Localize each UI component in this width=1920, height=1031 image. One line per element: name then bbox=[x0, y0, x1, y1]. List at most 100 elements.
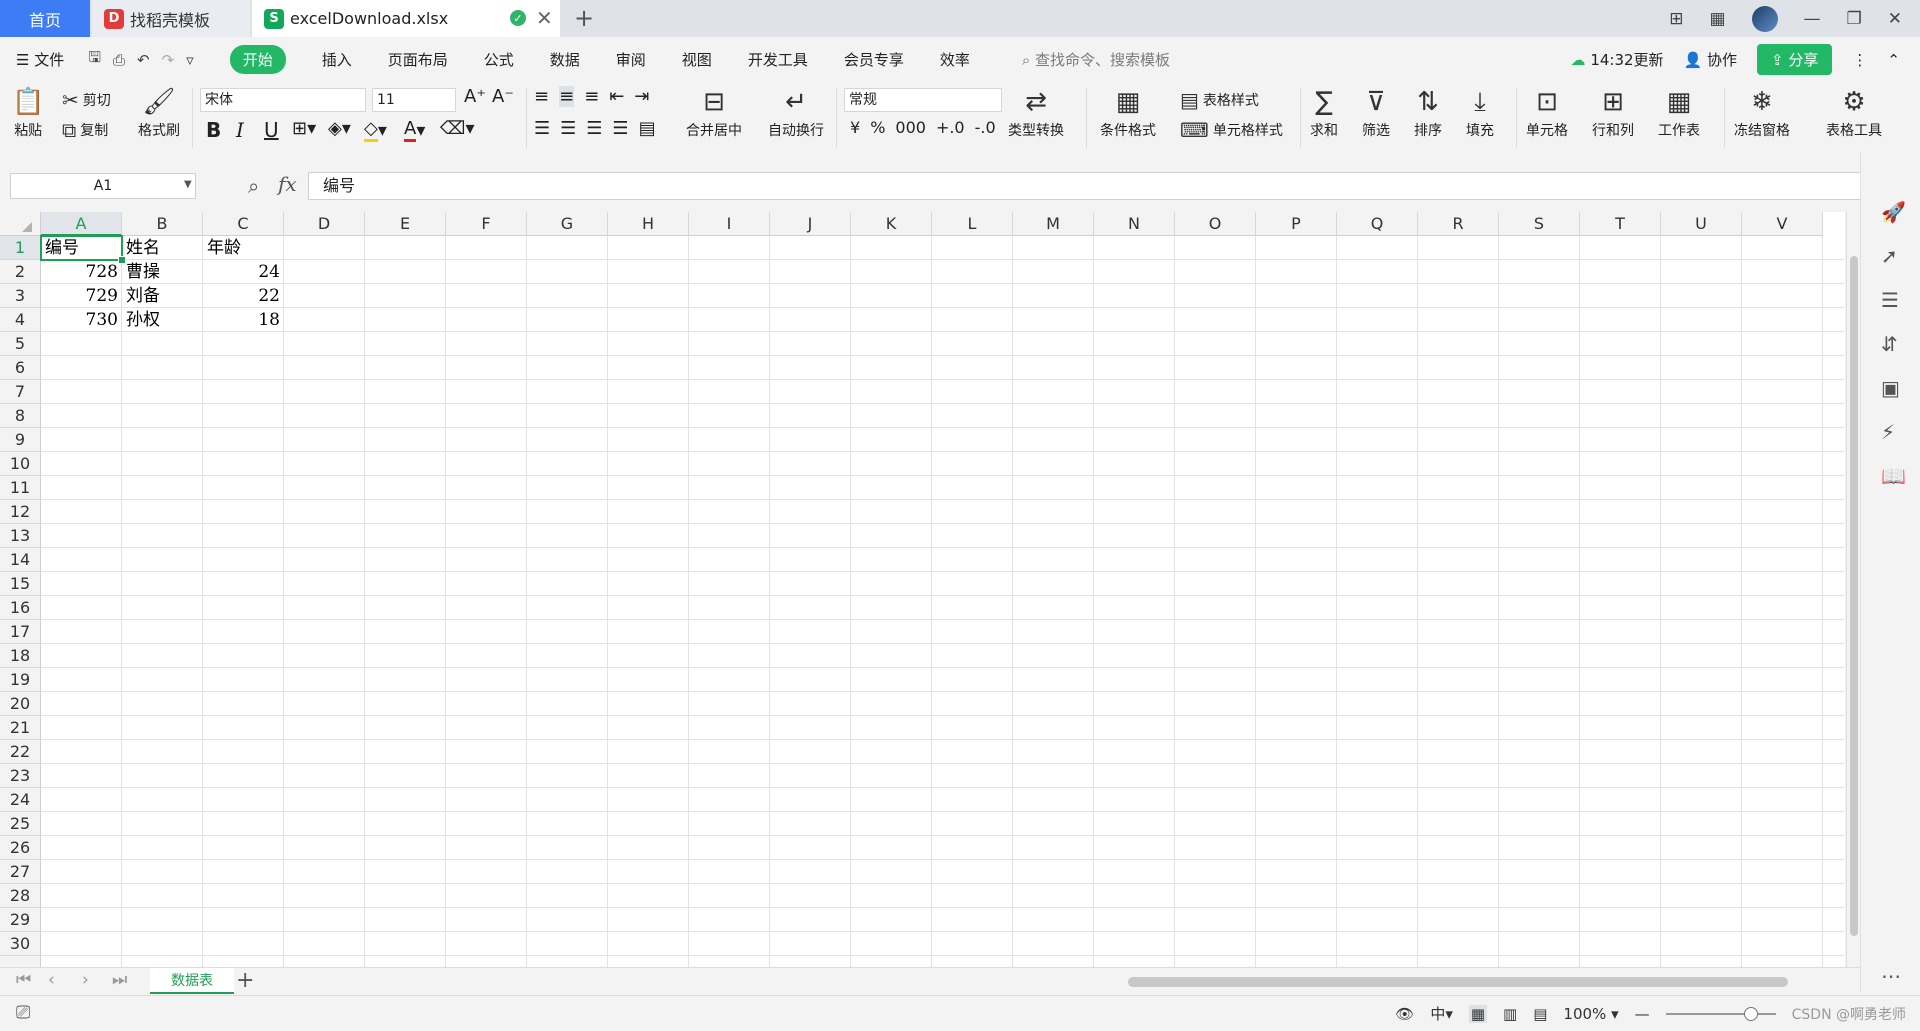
cell-b2[interactable]: 曹操 bbox=[122, 260, 203, 284]
column-header-o[interactable]: O bbox=[1175, 212, 1256, 236]
align-bottom-icon[interactable]: ≡ bbox=[584, 86, 599, 107]
restore-icon[interactable]: ❐ bbox=[1847, 9, 1862, 29]
indent-decrease-icon[interactable]: ⇤ bbox=[609, 86, 624, 107]
apps-grid-icon[interactable]: ▦ bbox=[1709, 9, 1725, 29]
transform-icon[interactable]: ⇵ bbox=[1881, 332, 1898, 356]
name-box-dropdown-icon[interactable]: ▼ bbox=[184, 179, 192, 190]
normal-view-icon[interactable]: ▦ bbox=[1468, 1004, 1488, 1023]
cell-c1[interactable]: 年龄 bbox=[203, 236, 284, 260]
row-header-13[interactable]: 13 bbox=[0, 524, 41, 548]
merge-center-button[interactable]: ⊟ 合并居中 bbox=[686, 84, 742, 140]
align-left-icon[interactable]: ☰ bbox=[534, 118, 550, 139]
column-header-r[interactable]: R bbox=[1418, 212, 1499, 236]
menu-insert[interactable]: 插入 bbox=[322, 49, 352, 70]
close-window-icon[interactable]: ✕ bbox=[1888, 9, 1902, 29]
clear-format-icon[interactable]: ⌫▾ bbox=[440, 118, 475, 139]
row-header-11[interactable]: 11 bbox=[0, 476, 41, 500]
column-header-k[interactable]: K bbox=[851, 212, 932, 236]
font-color-icon[interactable]: A ▾ bbox=[404, 118, 425, 142]
select-all-corner[interactable] bbox=[0, 212, 41, 236]
row-header-1[interactable]: 1 bbox=[0, 236, 41, 260]
menu-member[interactable]: 会员专享 bbox=[844, 49, 904, 70]
menu-review[interactable]: 审阅 bbox=[616, 49, 646, 70]
row-header-2[interactable]: 2 bbox=[0, 260, 41, 284]
next-sheet-icon[interactable]: › bbox=[82, 970, 89, 990]
row-header-30[interactable]: 30 bbox=[0, 932, 41, 956]
quick-access-more-icon[interactable]: ▿ bbox=[186, 51, 194, 69]
freeze-panes-button[interactable]: ❄ 冻结窗格 bbox=[1734, 84, 1790, 140]
tab-template[interactable]: D 找稻壳模板 bbox=[92, 0, 250, 37]
image-icon[interactable]: ▣ bbox=[1881, 376, 1900, 400]
menu-page-layout[interactable]: 页面布局 bbox=[388, 49, 448, 70]
row-header-29[interactable]: 29 bbox=[0, 908, 41, 932]
zoom-out-icon[interactable]: — bbox=[1635, 1005, 1650, 1023]
column-header-p[interactable]: P bbox=[1256, 212, 1337, 236]
font-shrink-icon[interactable]: A⁻ bbox=[492, 86, 514, 107]
print-icon[interactable]: ⎙ bbox=[113, 51, 125, 69]
decrease-decimal-icon[interactable]: -.0 bbox=[975, 118, 996, 137]
column-header-f[interactable]: F bbox=[446, 212, 527, 236]
menu-developer[interactable]: 开发工具 bbox=[748, 49, 808, 70]
cloud-sync-status[interactable]: ☁ 14:32更新 bbox=[1571, 49, 1664, 70]
column-header-h[interactable]: H bbox=[608, 212, 689, 236]
pointer-icon[interactable]: ➚ bbox=[1881, 244, 1898, 268]
column-header-d[interactable]: D bbox=[284, 212, 365, 236]
row-header-18[interactable]: 18 bbox=[0, 644, 41, 668]
row-header-24[interactable]: 24 bbox=[0, 788, 41, 812]
bold-button[interactable]: B bbox=[206, 118, 221, 142]
cells-button[interactable]: ⊡ 单元格 bbox=[1526, 84, 1568, 140]
menu-view[interactable]: 视图 bbox=[682, 49, 712, 70]
row-header-22[interactable]: 22 bbox=[0, 740, 41, 764]
column-header-c[interactable]: C bbox=[203, 212, 284, 236]
cell-b3[interactable]: 刘备 bbox=[122, 284, 203, 308]
column-header-q[interactable]: Q bbox=[1337, 212, 1418, 236]
vertical-align-group[interactable]: ≡ ≡ ≡ ⇤ ⇥ bbox=[534, 86, 649, 107]
type-convert-button[interactable]: ⇄ 类型转换 bbox=[1008, 84, 1064, 140]
fill-handle[interactable] bbox=[118, 256, 126, 264]
cell-b4[interactable]: 孙权 bbox=[122, 308, 203, 332]
cell-style-button[interactable]: ⌨ 单元格样式 bbox=[1180, 118, 1283, 142]
row-header-15[interactable]: 15 bbox=[0, 572, 41, 596]
format-painter-button[interactable]: 🖌 格式刷 bbox=[138, 84, 180, 140]
tab-close-icon[interactable]: ✕ bbox=[536, 6, 553, 30]
cell-c2[interactable]: 24 bbox=[203, 260, 284, 284]
column-header-g[interactable]: G bbox=[527, 212, 608, 236]
cell-style-icon[interactable]: ◈▾ bbox=[328, 118, 351, 139]
page-layout-view-icon[interactable]: ▥ bbox=[1503, 1005, 1517, 1023]
prev-sheet-icon[interactable]: ‹ bbox=[48, 970, 55, 990]
zoom-slider-knob[interactable] bbox=[1743, 1006, 1758, 1021]
row-header-6[interactable]: 6 bbox=[0, 356, 41, 380]
row-header-19[interactable]: 19 bbox=[0, 668, 41, 692]
column-header-n[interactable]: N bbox=[1094, 212, 1175, 236]
number-format-select[interactable]: 常规 bbox=[844, 88, 1002, 112]
formula-input[interactable]: 编号 bbox=[308, 172, 1864, 200]
font-name-select[interactable]: 宋体 bbox=[200, 88, 366, 112]
book-icon[interactable]: 📖 bbox=[1881, 464, 1906, 488]
font-size-select[interactable]: 11 bbox=[372, 88, 456, 112]
column-header-i[interactable]: I bbox=[689, 212, 770, 236]
align-center-icon[interactable]: ☰ bbox=[560, 118, 576, 139]
zoom-level[interactable]: 100% ▾ bbox=[1563, 1005, 1618, 1023]
menu-home[interactable]: 开始 bbox=[229, 45, 286, 74]
row-header-23[interactable]: 23 bbox=[0, 764, 41, 788]
menu-file[interactable]: ☰ 文件 bbox=[16, 49, 64, 70]
row-header-7[interactable]: 7 bbox=[0, 380, 41, 404]
sum-button[interactable]: ∑ 求和 bbox=[1310, 84, 1338, 140]
column-header-j[interactable]: J bbox=[770, 212, 851, 236]
last-sheet-icon[interactable]: ⏭ bbox=[112, 970, 127, 990]
distributed-icon[interactable]: ▤ bbox=[639, 118, 656, 139]
redo-icon[interactable]: ↷ bbox=[162, 51, 175, 69]
row-header-16[interactable]: 16 bbox=[0, 596, 41, 620]
row-header-17[interactable]: 17 bbox=[0, 620, 41, 644]
align-middle-icon[interactable]: ≡ bbox=[559, 86, 575, 107]
column-header-s[interactable]: S bbox=[1499, 212, 1580, 236]
thousands-icon[interactable]: 000 bbox=[895, 118, 926, 137]
column-header-t[interactable]: T bbox=[1580, 212, 1661, 236]
row-header-8[interactable]: 8 bbox=[0, 404, 41, 428]
rows-cols-button[interactable]: ⊞ 行和列 bbox=[1592, 84, 1634, 140]
row-header-5[interactable]: 5 bbox=[0, 332, 41, 356]
avatar[interactable] bbox=[1751, 5, 1778, 32]
wrap-text-button[interactable]: ↵ 自动换行 bbox=[768, 84, 824, 140]
font-grow-icon[interactable]: A⁺ bbox=[464, 86, 486, 107]
eye-protect-icon[interactable]: 👁 bbox=[1395, 1005, 1414, 1023]
